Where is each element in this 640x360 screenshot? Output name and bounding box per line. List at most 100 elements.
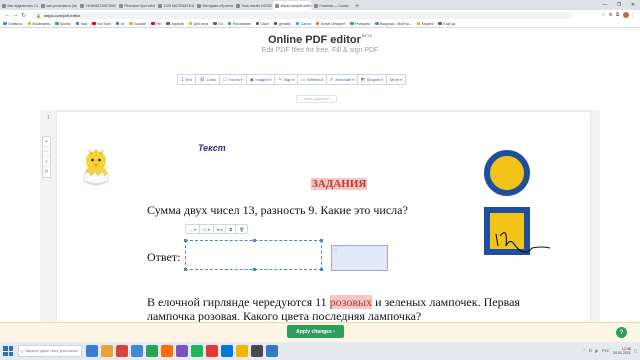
language-indicator[interactable]: РУС bbox=[602, 349, 609, 353]
url-field[interactable]: 🔒 sejda.com/pdf-editor bbox=[32, 11, 572, 19]
bookmark-item[interactable]: mail bbox=[75, 22, 87, 26]
bookmark-item[interactable]: Для игра bbox=[188, 22, 208, 26]
apply-changes-button[interactable]: Apply changes › bbox=[287, 325, 344, 338]
zoom-out-icon[interactable]: − bbox=[43, 147, 50, 157]
bookmark-item[interactable]: Рисование bbox=[227, 22, 251, 26]
insert-page-button[interactable]: Insert page here bbox=[296, 95, 337, 103]
bookmark-item[interactable]: Scratch bbox=[129, 22, 146, 26]
taskbar-app-icon[interactable] bbox=[221, 345, 233, 357]
toolbar-more-button[interactable]: More ▾ bbox=[387, 75, 405, 84]
bookmark-item[interactable]: Свое bbox=[255, 22, 269, 26]
taskbar-app-icon[interactable] bbox=[86, 345, 98, 357]
browser-tab[interactable]: Как подключить Соглашение× bbox=[0, 1, 38, 10]
chevron-up-icon[interactable]: ⌃ bbox=[583, 349, 586, 353]
zoom-in-icon[interactable]: + bbox=[43, 137, 50, 147]
taskbar-app-icon[interactable] bbox=[161, 345, 173, 357]
bookmark-item[interactable]: Spotify bbox=[55, 22, 71, 26]
toolbar-whiteout-button[interactable]: ▭ Whiteout bbox=[298, 75, 327, 84]
resize-handle[interactable] bbox=[253, 268, 256, 271]
field-style-dropdown[interactable]: ☐ ▾ bbox=[200, 225, 214, 233]
bookmark-item[interactable]: Klipartz bbox=[416, 22, 433, 26]
taskbar-app-icon[interactable] bbox=[236, 345, 248, 357]
taskbar-app-icon[interactable] bbox=[101, 345, 113, 357]
toolbar-annotate-button[interactable]: ✐ Annotate ▾ bbox=[327, 75, 358, 84]
search-icon[interactable]: ⌕ bbox=[43, 157, 50, 167]
bookmark-item[interactable]: vk bbox=[115, 22, 124, 26]
taskbar-app-icon[interactable] bbox=[206, 345, 218, 357]
taskbar-app-icon[interactable] bbox=[251, 345, 263, 357]
reload-icon[interactable]: ↻ bbox=[20, 11, 27, 19]
bookmark-item[interactable]: Bookmarks bbox=[27, 22, 50, 26]
resize-handle[interactable] bbox=[184, 239, 187, 242]
resize-handle[interactable] bbox=[184, 268, 187, 271]
extension-icon[interactable]: ⊕ bbox=[607, 12, 614, 18]
browser-tab[interactable]: sejda.com/pdf-editor× bbox=[273, 1, 311, 10]
taskbar-app-icon[interactable] bbox=[131, 345, 143, 357]
new-tab-button[interactable]: + bbox=[353, 3, 361, 10]
bookmark-item[interactable]: Photopea bbox=[350, 22, 370, 26]
browser-tab[interactable]: как установить (переорди...× bbox=[39, 1, 77, 10]
answer-input-field[interactable] bbox=[184, 239, 323, 271]
taskbar-app-icon[interactable] bbox=[191, 345, 203, 357]
bookmark-item[interactable]: Applcati bbox=[166, 22, 184, 26]
chevron-down-icon: ▾ bbox=[352, 77, 354, 82]
problem-1-text: Сумма двух чисел 13, разность 9. Какие э… bbox=[147, 203, 408, 217]
browser-tab[interactable]: +4099657285789674201...× bbox=[78, 1, 116, 10]
rotate-icon[interactable]: ⟳ bbox=[43, 167, 50, 177]
browser-tab[interactable]: Реклама Spot vebena 2112...× bbox=[117, 1, 155, 10]
bookmark-item[interactable]: Сервисы bbox=[3, 22, 23, 26]
windows-start-icon[interactable] bbox=[3, 346, 13, 356]
volume-icon[interactable]: 🔈 bbox=[595, 349, 599, 353]
trash-icon[interactable]: 🗑 bbox=[236, 225, 247, 233]
extensions-puzzle-icon[interactable]: ⧉ bbox=[614, 12, 621, 18]
taskbar-app-icon[interactable] bbox=[176, 345, 188, 357]
second-answer-field[interactable] bbox=[331, 245, 388, 271]
field-color-dropdown[interactable]: ● ▾ bbox=[214, 225, 227, 233]
toolbar-images-button[interactable]: ▣ Images ▾ bbox=[247, 75, 276, 84]
bookmark-item[interactable]: Gravit Designer bbox=[315, 22, 345, 26]
resize-handle[interactable] bbox=[320, 268, 323, 271]
back-icon[interactable]: ← bbox=[4, 11, 11, 19]
taskbar-app-icon[interactable] bbox=[266, 345, 278, 357]
network-icon[interactable]: ☷ bbox=[589, 349, 592, 353]
toolbar-shapes-button[interactable]: ◩ Shapes ▾ bbox=[358, 75, 388, 84]
duplicate-icon[interactable]: ⧉ bbox=[226, 225, 237, 233]
browser-menu-icon[interactable]: ⋮ bbox=[629, 12, 636, 18]
toolbar-label: Whiteout bbox=[307, 77, 323, 82]
browser-tab[interactable]: Главная — Canva× bbox=[312, 1, 350, 10]
toolbar-links-button[interactable]: ⛓ Links bbox=[196, 75, 220, 84]
forward-icon[interactable]: → bbox=[12, 11, 19, 19]
taskbar-app-icon[interactable] bbox=[116, 345, 128, 357]
clock[interactable]: 12:48 20.01.2021 bbox=[613, 347, 631, 356]
taskbar-app-icon[interactable] bbox=[146, 345, 158, 357]
browser-tab[interactable]: 1105 MATEMATIKA_lEb_pdf× bbox=[156, 1, 194, 10]
bookmark-item[interactable]: Pin bbox=[151, 22, 161, 26]
chick-image[interactable] bbox=[81, 148, 111, 188]
bookmark-item[interactable]: genially bbox=[273, 22, 291, 26]
bookmark-item[interactable]: Выручка - Мой на... bbox=[375, 22, 412, 26]
toolbar-sign-button[interactable]: ✎ Sign ▾ bbox=[275, 75, 299, 84]
browser-tab[interactable]: Task results NZXSS1GQ 201...× bbox=[234, 1, 272, 10]
minimize-button[interactable]: — bbox=[598, 0, 612, 10]
maximize-button[interactable]: ❐ bbox=[612, 0, 626, 10]
toolbar-text-button[interactable]: Ɪ Text bbox=[178, 75, 197, 84]
pdf-page[interactable]: Текст ЗАДАНИЯ Сумма двух чисел 13, разно… bbox=[57, 112, 590, 322]
help-button[interactable]: ? bbox=[616, 327, 627, 338]
bookmark-item[interactable]: YouTube bbox=[92, 22, 111, 26]
bookmark-label: Photopea bbox=[355, 21, 371, 26]
close-window-button[interactable]: ✕ bbox=[626, 0, 640, 10]
field-size-dropdown[interactable]: ↔ ▾ bbox=[186, 225, 201, 233]
bookmark-item[interactable]: Canva bbox=[295, 22, 311, 26]
text-annotation[interactable]: Текст bbox=[198, 143, 226, 153]
resize-handle[interactable] bbox=[320, 239, 323, 242]
shapes-drawing[interactable] bbox=[480, 148, 560, 268]
bookmark-item[interactable]: Ou bbox=[213, 22, 223, 26]
resize-handle[interactable] bbox=[253, 239, 256, 242]
notifications-icon[interactable]: ▢ bbox=[634, 349, 637, 353]
bookmark-item[interactable]: Ещё до bbox=[438, 22, 456, 26]
browser-tab[interactable]: Методика обучения матем...× bbox=[195, 1, 233, 10]
taskbar-search-input[interactable]: ⌕ Введите здесь текст для поиска bbox=[18, 345, 82, 357]
toolbar-forms-button[interactable]: ☐ Forms ▾ bbox=[220, 75, 247, 84]
star-icon[interactable]: ☆ bbox=[600, 12, 607, 18]
close-tab-icon[interactable]: × bbox=[348, 3, 350, 8]
